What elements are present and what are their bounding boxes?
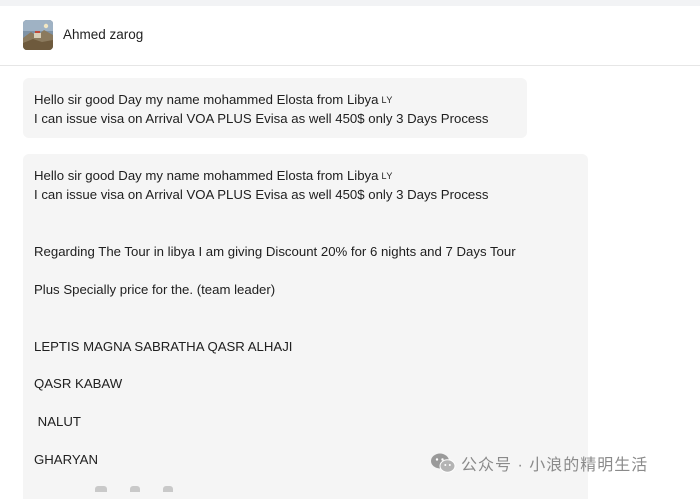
message-bubble[interactable]: Hello sir good Day my name mohammed Elos… xyxy=(23,78,527,138)
avatar-image-icon xyxy=(23,20,53,50)
contact-name: Ahmed zarog xyxy=(63,27,144,42)
message-line: Plus Specially price for the. (team lead… xyxy=(34,282,276,297)
message-line-text: Hello sir good Day my name mohammed Elos… xyxy=(34,168,379,183)
message-line: QASR KABAW xyxy=(34,376,123,391)
toolbar-hint xyxy=(95,486,107,492)
toolbar-hint xyxy=(130,486,140,492)
message-line: I can issue visa on Arrival VOA PLUS Evi… xyxy=(34,111,489,126)
message-line: Regarding The Tour in libya I am giving … xyxy=(34,244,516,259)
contact-avatar[interactable] xyxy=(23,20,53,50)
libya-flag-text: LY xyxy=(381,95,393,105)
watermark-text: 公众号 · 小浪的精明生活 xyxy=(461,457,649,474)
message-bubble[interactable]: Hello sir good Day my name mohammed Elos… xyxy=(23,154,588,499)
message-line: GHARYAN xyxy=(34,452,98,467)
wechat-official-account-icon xyxy=(431,453,456,473)
message-line: NALUT xyxy=(34,414,81,429)
message-line: Hello sir good Day my name mohammed Elos… xyxy=(34,92,393,109)
toolbar-hint xyxy=(163,486,173,492)
message-line: Hello sir good Day my name mohammed Elos… xyxy=(34,168,393,185)
message-line: I can issue visa on Arrival VOA PLUS Evi… xyxy=(34,187,489,202)
libya-flag-text: LY xyxy=(381,171,393,181)
chat-header: Ahmed zarog xyxy=(0,6,700,66)
watermark: 公众号 · 小浪的精明生活 xyxy=(430,450,648,476)
message-line: LEPTIS MAGNA SABRATHA QASR ALHAJI xyxy=(34,339,293,354)
message-line-text: Hello sir good Day my name mohammed Elos… xyxy=(34,92,379,107)
